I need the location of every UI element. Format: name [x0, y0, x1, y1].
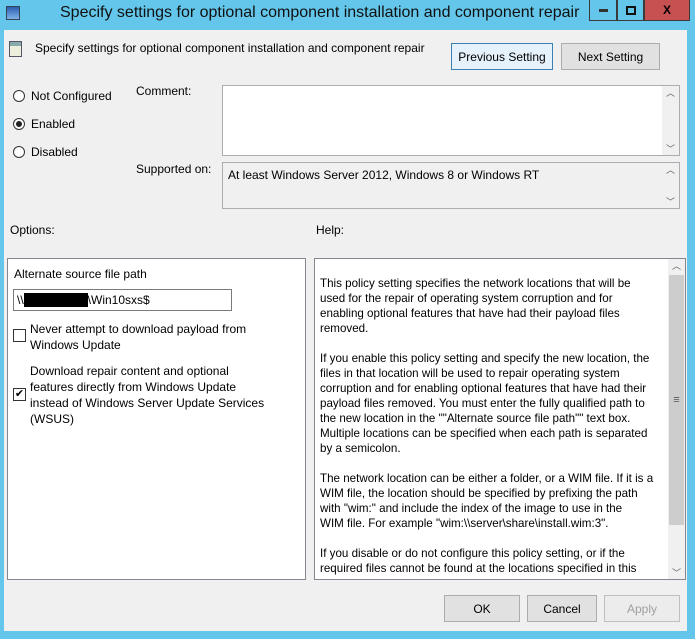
help-label: Help: — [316, 223, 345, 237]
help-line: If you enable this policy setting and sp… — [320, 352, 650, 365]
maximize-icon — [625, 5, 636, 15]
help-line: WIM file, the location should be specifi… — [320, 487, 638, 500]
maximize-button[interactable] — [617, 0, 644, 21]
help-line: If you disable or do not configure this … — [320, 547, 625, 560]
help-panel: This policy setting specifies the networ… — [314, 258, 686, 580]
setting-name: Specify settings for optional component … — [35, 41, 425, 55]
help-line: with "wim:" and include the index of the… — [320, 502, 623, 515]
path-suffix: \Win10sxs$ — [87, 293, 150, 307]
help-line: This policy setting specifies the networ… — [320, 277, 631, 290]
window-title: Specify settings for optional component … — [60, 4, 580, 21]
next-setting-button[interactable]: Next Setting — [561, 43, 660, 70]
help-line: enabling optional features that have had… — [320, 307, 620, 320]
help-paragraph: If you disable or do not configure this … — [320, 546, 653, 576]
radio-label: Disabled — [31, 145, 78, 159]
help-line: used for the repair of operating system … — [320, 292, 613, 305]
help-paragraph: This policy setting specifies the networ… — [320, 276, 653, 336]
never-download-label: Never attempt to download payload from W… — [30, 321, 246, 353]
comment-label: Comment: — [136, 84, 192, 98]
checkmark-icon: ✔ — [14, 388, 25, 400]
help-line: payload files removed. You must enter th… — [320, 397, 645, 410]
help-line: removed. — [320, 322, 369, 335]
help-line: by a semicolon. — [320, 442, 401, 455]
scroll-down-icon[interactable]: ﹀ — [666, 195, 675, 208]
path-prefix: \\ — [17, 293, 24, 307]
close-icon: X — [662, 3, 671, 17]
scroll-down-icon[interactable]: ﹀ — [672, 566, 681, 579]
radio-enabled[interactable]: Enabled — [13, 117, 75, 131]
radio-button[interactable] — [13, 118, 25, 130]
cancel-button[interactable]: Cancel — [527, 595, 597, 622]
radio-label: Enabled — [31, 117, 76, 131]
setting-icon — [9, 41, 22, 57]
help-paragraph: The network location can be either a fol… — [320, 471, 653, 531]
scroll-up-icon[interactable]: ︿ — [666, 86, 675, 99]
label-line: Windows Update — [30, 338, 121, 352]
download-wu-label: Download repair content and optional fea… — [30, 363, 264, 427]
help-line: corruption and for enabling optional fea… — [320, 382, 647, 395]
radio-button[interactable] — [13, 146, 25, 158]
ok-button[interactable]: OK — [444, 595, 520, 622]
label-line: Download repair content and optional — [30, 364, 229, 378]
path-input[interactable]: \\ \Win10sxs$ — [13, 289, 232, 311]
radio-label: Not Configured — [31, 89, 112, 103]
download-wu-checkbox[interactable]: ✔ — [13, 388, 26, 401]
options-panel: Alternate source file path \\ \Win10sxs$ … — [7, 258, 306, 580]
close-button[interactable]: X — [644, 0, 690, 21]
help-line: files in that location will be used to r… — [320, 367, 620, 380]
radio-not-configured[interactable]: Not Configured — [13, 89, 112, 103]
label-line: instead of Windows Server Update Service… — [30, 396, 265, 410]
radio-button[interactable] — [13, 90, 25, 102]
help-line: WIM file. For example "wim:\\server\shar… — [320, 517, 609, 530]
comment-textarea[interactable]: ︿ ﹀ — [222, 85, 680, 156]
title-bar: Specify settings for optional component … — [0, 0, 695, 30]
help-line: the new location in the ""Alternate sour… — [320, 412, 631, 425]
scroll-up-icon[interactable]: ︿ — [666, 163, 675, 176]
help-line: Multiple locations can be specified when… — [320, 427, 648, 440]
supported-on-label: Supported on: — [136, 162, 212, 176]
minimize-icon — [598, 8, 608, 12]
app-icon — [6, 6, 20, 20]
comment-scrollbar[interactable]: ︿ ﹀ — [662, 86, 679, 155]
scroll-up-icon[interactable]: ︿ — [672, 259, 681, 272]
apply-button[interactable]: Apply — [604, 595, 680, 622]
help-scroll-thumb[interactable]: ≡ — [669, 275, 684, 525]
supported-on-box: At least Windows Server 2012, Windows 8 … — [222, 162, 680, 209]
help-line: required files cannot be found at the lo… — [320, 562, 637, 575]
options-label: Options: — [10, 223, 55, 237]
supported-scrollbar[interactable]: ︿ ﹀ — [662, 163, 679, 208]
supported-on-value: At least Windows Server 2012, Windows 8 … — [228, 168, 540, 182]
minimize-button[interactable] — [589, 0, 617, 21]
label-line: (WSUS) — [30, 412, 74, 426]
help-paragraph: If you enable this policy setting and sp… — [320, 351, 653, 456]
never-download-checkbox[interactable] — [13, 329, 26, 342]
help-text: This policy setting specifies the networ… — [320, 276, 653, 579]
label-line: Never attempt to download payload from — [30, 322, 247, 336]
help-line: The network location can be either a fol… — [320, 472, 654, 485]
previous-setting-button[interactable]: Previous Setting — [451, 43, 553, 70]
scroll-down-icon[interactable]: ﹀ — [666, 142, 675, 155]
label-line: features directly from Windows Update — [30, 380, 237, 394]
radio-selected-dot — [16, 121, 22, 127]
path-label: Alternate source file path — [14, 267, 147, 281]
radio-disabled[interactable]: Disabled — [13, 145, 78, 159]
redacted-block — [23, 293, 88, 307]
